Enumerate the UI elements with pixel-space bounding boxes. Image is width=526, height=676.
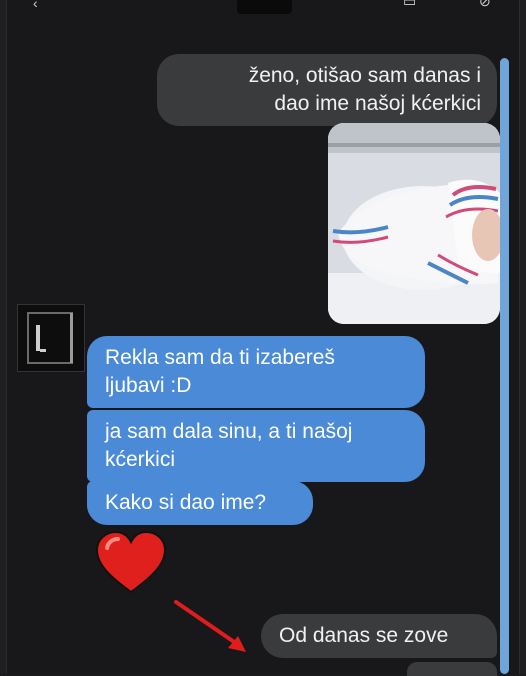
red-arrow-icon (174, 600, 246, 652)
message-bubble-received[interactable]: ja sam dala sinu, a ti našoj kćerkici (87, 410, 425, 482)
message-text: ženo, otišao sam danas i (248, 64, 481, 87)
message-bubble-received[interactable]: Rekla sam da ti izabereš ljubavi :D (87, 336, 425, 408)
message-bubble-sent[interactable]: ženo, otišao sam danas i dao ime našoj k… (157, 54, 497, 126)
video-call-icon[interactable]: ▭ (403, 0, 416, 8)
message-bubble-sent[interactable]: Od danas se zove (261, 614, 497, 658)
message-text: ja sam dala sinu, a ti našoj (105, 420, 353, 443)
back-arrow-icon[interactable]: ‹ (33, 0, 38, 10)
shared-photo[interactable] (328, 123, 500, 324)
scrollbar[interactable] (500, 58, 509, 674)
message-text: ljubavi :D (105, 374, 192, 397)
chat-screen: ‹ ▭ ⊘ ženo, otišao sam danas i dao ime n… (6, 0, 520, 676)
notch (237, 0, 292, 14)
message-bubble-received[interactable]: Kako si dao ime? (87, 481, 313, 525)
phone-frame: ‹ ▭ ⊘ ženo, otišao sam danas i dao ime n… (0, 0, 526, 676)
message-text: Rekla sam da ti izabereš (105, 346, 335, 369)
newborn-baby-photo-icon (328, 123, 500, 324)
message-text: kćerkici (105, 448, 176, 471)
attachment-icon[interactable]: ⊘ (479, 0, 491, 8)
message-text: dao ime našoj kćerkici (274, 92, 481, 115)
status-bar: ‹ ▭ ⊘ (7, 0, 519, 16)
contact-avatar[interactable] (17, 304, 85, 372)
message-text: Kako si dao ime? (105, 491, 267, 514)
avatar-icon (27, 312, 73, 364)
heart-emoji-icon (95, 530, 167, 594)
message-text: Od danas se zove (279, 624, 449, 647)
